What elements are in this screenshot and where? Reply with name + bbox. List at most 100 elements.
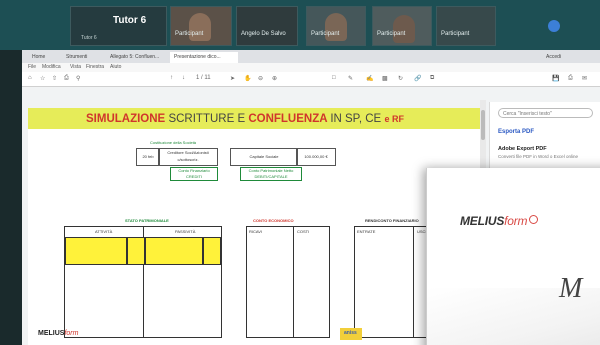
highlighted-cell <box>65 237 127 265</box>
search-icon[interactable]: ⚲ <box>76 75 80 82</box>
logo-mark-icon <box>529 215 539 224</box>
entry-debit: Creditore Soci/Azionisti c/sottoscriz. <box>158 148 218 166</box>
branded-overlay-card: MELIUSform M <box>426 168 600 345</box>
entry-date: 20 feb <box>136 148 160 166</box>
logo-text: MELIUS <box>460 214 505 228</box>
participants-icon[interactable] <box>548 20 560 32</box>
menu-view[interactable]: Vista <box>70 64 81 70</box>
zoom-in-icon[interactable]: ⊕ <box>272 75 277 82</box>
print-icon[interactable]: ⎙ <box>64 75 69 82</box>
slide-title: SIMULAZIONE SCRITTURE E CONFLUENZA IN SP… <box>86 113 404 125</box>
stamp-icon[interactable]: ▩ <box>382 75 388 82</box>
slide-title-bar: SIMULAZIONE SCRITTURE E CONFLUENZA IN SP… <box>28 108 480 129</box>
account-label-credits: Conto Finanziario CREDITI <box>170 167 218 181</box>
tab-home[interactable]: Home <box>28 52 62 63</box>
save-icon[interactable]: 💾 <box>552 75 559 82</box>
redo-icon[interactable]: ↻ <box>398 75 403 82</box>
tutor-sublabel: Tutor 6 <box>81 35 97 41</box>
capital-header: Costituzione della Società <box>150 140 197 145</box>
participant-tile-tutor[interactable]: Tutor 6 Tutor 6 <box>70 6 167 46</box>
entry-credit: Capitale Sociale <box>230 148 298 166</box>
title-part: CONFLUENZA <box>248 113 328 125</box>
conto-economico-table: CONTO ECONOMICO RICAVI COSTI <box>246 218 330 338</box>
home-icon[interactable]: ⌂ <box>28 75 32 81</box>
toolbar-top: ⌂ ☆ ⇧ ⎙ ⚲ ↑ ↓ 1 / 11 ➤ ✋ ⊖ ⊕ □ ✎ ✍ ▩ ↻ 🔗… <box>22 72 600 87</box>
share-icon[interactable]: ⧉ <box>430 75 434 82</box>
page-counter[interactable]: 1 / 11 <box>196 75 211 81</box>
comment-icon[interactable]: □ <box>332 75 336 81</box>
title-part: IN SP, CE <box>330 113 382 125</box>
table-column: ENTRATE <box>355 227 414 337</box>
account-label-capital: Conto Patrimoniale Netto DEBITI/CAPITALE <box>240 167 302 181</box>
account-link[interactable]: Accedi <box>542 52 596 63</box>
participant-name: Participant <box>441 31 470 37</box>
entry-value: 100.000,00 € <box>296 148 336 166</box>
title-part: SCRITTURE E <box>168 113 246 125</box>
tools-search-input[interactable]: Cerca "Inserisci testo" <box>498 108 593 118</box>
section-title: STATO PATRIMONIALE <box>125 218 169 223</box>
video-conference-bar: Tutor 6 Tutor 6 Participant Angelo De Sa… <box>0 0 600 50</box>
mail-icon[interactable]: ✉ <box>582 75 587 82</box>
section-title: CONTO ECONOMICO <box>253 218 294 223</box>
footer-logo: MELIUSform <box>38 330 78 337</box>
tab-document[interactable]: Allegato 5: Confluen... <box>106 52 170 63</box>
participant-video <box>393 15 415 43</box>
scrollbar-thumb[interactable] <box>481 110 485 140</box>
menu-edit[interactable]: Modifica <box>42 64 61 70</box>
participant-name: Angelo De Salvo <box>241 31 286 37</box>
section-title: RENDICONTO FINANZIARIO <box>365 218 419 223</box>
highlighted-cell <box>127 237 145 265</box>
highlighted-cell <box>203 237 221 265</box>
tab-bar: Home Strumenti Allegato 5: Confluen... P… <box>22 50 600 63</box>
prev-page-icon[interactable]: ↑ <box>170 75 173 81</box>
column-header: COSTI <box>297 229 310 234</box>
column-header: ENTRATE <box>357 229 376 234</box>
participant-name: Participant <box>175 31 204 37</box>
attach-icon[interactable]: 🔗 <box>414 75 421 82</box>
tutor-name: Tutor 6 <box>113 15 147 26</box>
logo-text: MELIUS <box>38 330 65 337</box>
logo-text: form <box>64 330 79 337</box>
export-pdf-tool[interactable]: Esporta PDF <box>498 129 534 135</box>
participant-tile[interactable]: Participant <box>306 6 366 46</box>
participant-tile[interactable]: Participant <box>372 6 432 46</box>
meliusform-logo: MELIUSform <box>460 214 539 228</box>
sign-icon[interactable]: ✍ <box>366 75 373 82</box>
menu-file[interactable]: File <box>28 64 36 70</box>
cursor-icon[interactable]: ➤ <box>230 75 235 82</box>
partner-badge: aniss <box>340 328 362 340</box>
column-header: ATTIVITÀ <box>95 229 113 234</box>
table-column: RICAVI <box>247 227 294 337</box>
logo-text: form <box>504 214 528 228</box>
hand-icon[interactable]: ✋ <box>244 75 251 82</box>
title-part: SIMULAZIONE <box>86 113 166 125</box>
next-page-icon[interactable]: ↓ <box>182 75 185 81</box>
participant-tile[interactable]: Angelo De Salvo <box>236 6 298 46</box>
participant-tile[interactable]: Participant <box>436 6 496 46</box>
participant-name: Participant <box>311 31 340 37</box>
upload-icon[interactable]: ⇧ <box>52 75 57 82</box>
column-header: PASSIVITÀ <box>175 229 196 234</box>
print-icon[interactable]: ⎙ <box>568 75 573 82</box>
star-icon[interactable]: ☆ <box>40 75 45 82</box>
screen: Tutor 6 Tutor 6 Participant Angelo De Sa… <box>0 0 600 345</box>
column-header: RICAVI <box>249 229 263 234</box>
capital-entry: Costituzione della Società 20 feb Credit… <box>136 140 336 184</box>
menu-window[interactable]: Finestra <box>86 64 104 70</box>
export-service-desc: Converti file PDF in Word o Excel online <box>498 154 578 159</box>
tab-tools[interactable]: Strumenti <box>62 52 106 63</box>
pdf-page: SIMULAZIONE SCRITTURE E CONFLUENZA IN SP… <box>28 108 480 345</box>
script-letter: M <box>559 273 583 304</box>
stato-patrimoniale-table: STATO PATRIMONIALE ATTIVITÀ PASSIVITÀ <box>64 218 222 338</box>
badge-text: aniss <box>344 330 357 336</box>
highlighted-cell <box>145 237 203 265</box>
tab-document-active[interactable]: Presentazione dico... <box>170 52 238 63</box>
title-part: e RF <box>384 114 404 124</box>
export-service-title[interactable]: Adobe Export PDF <box>498 146 547 152</box>
menu-bar: File Modifica Vista Finestra Aiuto <box>22 63 600 72</box>
highlight-icon[interactable]: ✎ <box>348 75 353 82</box>
menu-help[interactable]: Aiuto <box>110 64 121 70</box>
zoom-out-icon[interactable]: ⊖ <box>258 75 263 82</box>
participant-tile[interactable]: Participant <box>170 6 232 46</box>
participant-name: Participant <box>377 31 406 37</box>
